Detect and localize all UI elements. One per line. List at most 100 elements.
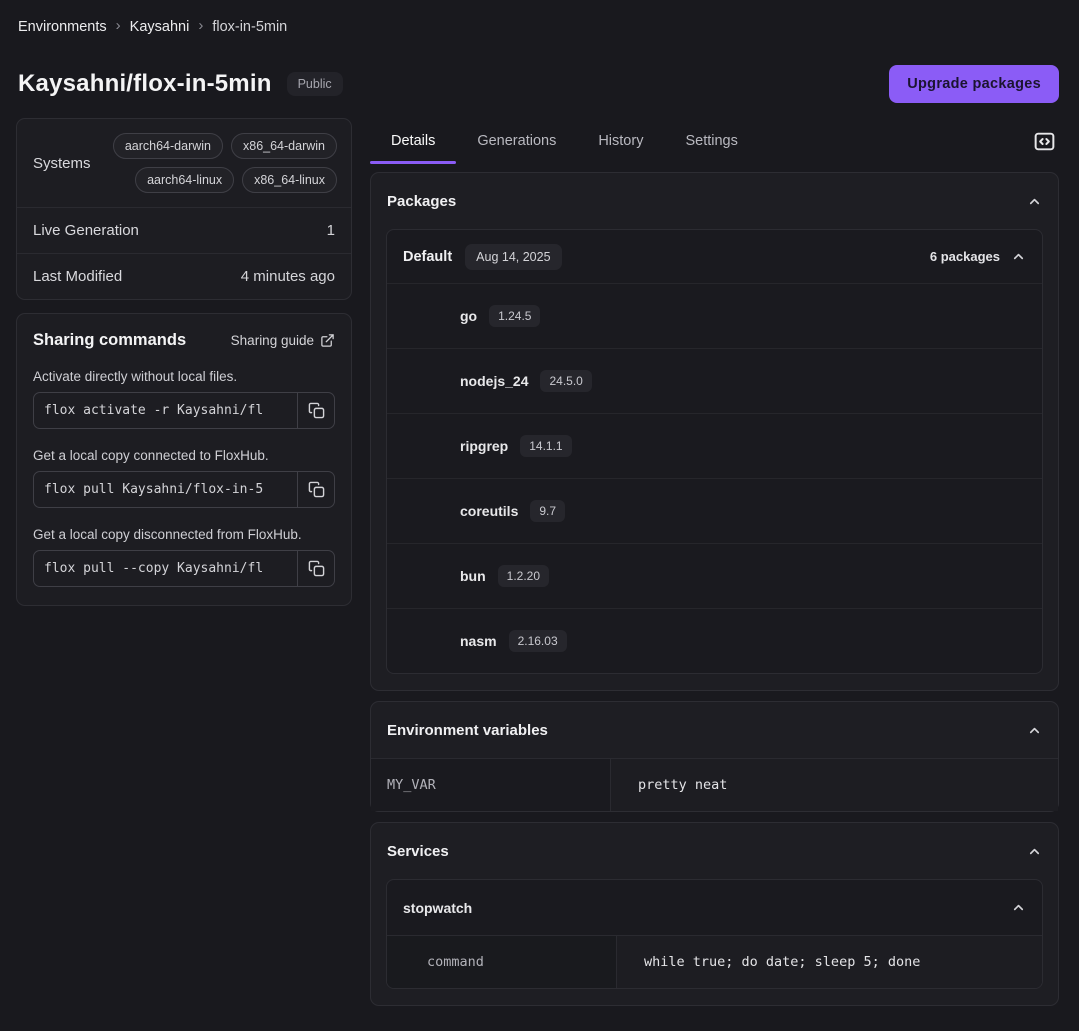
- services-section-title: Services: [387, 843, 449, 860]
- package-version-badge: 9.7: [530, 500, 565, 522]
- service-field-key: command: [387, 936, 617, 988]
- live-generation-value: 1: [327, 222, 335, 239]
- breadcrumb-current: flox-in-5min: [212, 19, 287, 35]
- activate-command-label: Activate directly without local files.: [33, 369, 335, 384]
- activate-command-input[interactable]: flox activate -r Kaysahni/fl: [34, 393, 297, 428]
- copy-icon: [308, 560, 325, 577]
- pull-command-box: flox pull Kaysahni/flox-in-5: [33, 471, 335, 508]
- copy-icon: [308, 402, 325, 419]
- sharing-guide-label: Sharing guide: [231, 333, 314, 348]
- chevron-up-icon[interactable]: [1027, 723, 1042, 738]
- env-var-key: MY_VAR: [371, 759, 611, 811]
- package-row: go 1.24.5: [387, 283, 1042, 348]
- sharing-commands-title: Sharing commands: [33, 331, 186, 350]
- external-link-icon: [320, 333, 335, 348]
- service-card: stopwatch command while true; do date; s…: [386, 879, 1043, 989]
- copy-icon: [308, 481, 325, 498]
- page: Environments › Kaysahni › flox-in-5min K…: [0, 0, 1079, 1006]
- packages-section-title: Packages: [387, 193, 456, 210]
- env-vars-section-header[interactable]: Environment variables: [371, 702, 1058, 758]
- pull-copy-command-label: Get a local copy disconnected from FloxH…: [33, 527, 335, 542]
- service-field-row: command while true; do date; sleep 5; do…: [387, 935, 1042, 988]
- upgrade-packages-button[interactable]: Upgrade packages: [889, 65, 1059, 103]
- package-group-header[interactable]: Default Aug 14, 2025 6 packages: [387, 230, 1042, 283]
- package-version-badge: 14.1.1: [520, 435, 571, 457]
- chevron-up-icon[interactable]: [1011, 900, 1026, 915]
- services-section: Services stopwatch command while true; d…: [370, 822, 1059, 1006]
- last-modified-row: Last Modified 4 minutes ago: [17, 253, 351, 299]
- tab-generations[interactable]: Generations: [456, 118, 577, 164]
- last-modified-value: 4 minutes ago: [241, 268, 335, 285]
- services-section-header[interactable]: Services: [371, 823, 1058, 879]
- package-version-badge: 24.5.0: [540, 370, 591, 392]
- package-group-card: Default Aug 14, 2025 6 packages go 1.24.…: [386, 229, 1043, 674]
- copy-button[interactable]: [297, 393, 334, 428]
- tab-details[interactable]: Details: [370, 118, 456, 164]
- package-name: nasm: [460, 633, 497, 649]
- package-group-name: Default: [403, 249, 452, 265]
- main-content: Details Generations History Settings Pac…: [370, 118, 1059, 1006]
- pull-command-label: Get a local copy connected to FloxHub.: [33, 448, 335, 463]
- sharing-commands-card: Sharing commands Sharing guide Activate …: [16, 313, 352, 606]
- tab-history[interactable]: History: [577, 118, 664, 164]
- copy-button[interactable]: [297, 551, 334, 586]
- sharing-commands-header: Sharing commands Sharing guide: [33, 331, 335, 350]
- package-name: coreutils: [460, 503, 518, 519]
- content-columns: Systems aarch64-darwin x86_64-darwin aar…: [16, 118, 1059, 1006]
- package-group-date-badge: Aug 14, 2025: [465, 244, 561, 270]
- page-header: Kaysahni/flox-in-5min Public Upgrade pac…: [16, 65, 1059, 103]
- activate-command-box: flox activate -r Kaysahni/fl: [33, 392, 335, 429]
- env-vars-section: Environment variables MY_VAR pretty neat: [370, 701, 1059, 812]
- chevron-right-icon: ›: [116, 18, 121, 35]
- env-var-value: pretty neat: [611, 759, 1058, 811]
- package-version-badge: 1.2.20: [498, 565, 549, 587]
- service-header[interactable]: stopwatch: [387, 880, 1042, 935]
- service-field-value: while true; do date; sleep 5; done: [617, 936, 1042, 988]
- systems-label: Systems: [33, 155, 91, 172]
- package-name: nodejs_24: [460, 373, 528, 389]
- tab-label: Settings: [685, 133, 737, 149]
- chevron-up-icon[interactable]: [1027, 844, 1042, 859]
- breadcrumb-environments[interactable]: Environments: [18, 19, 107, 35]
- pull-copy-command-box: flox pull --copy Kaysahni/fl: [33, 550, 335, 587]
- package-count-label: 6 packages: [930, 249, 1000, 264]
- packages-section-header[interactable]: Packages: [371, 173, 1058, 229]
- tab-label: Details: [391, 133, 435, 149]
- package-name: bun: [460, 568, 486, 584]
- breadcrumb: Environments › Kaysahni › flox-in-5min: [16, 16, 1059, 35]
- pull-copy-command-input[interactable]: flox pull --copy Kaysahni/fl: [34, 551, 297, 586]
- chevron-right-icon: ›: [198, 18, 203, 35]
- service-name: stopwatch: [403, 900, 472, 916]
- package-name: go: [460, 308, 477, 324]
- env-var-row: MY_VAR pretty neat: [371, 758, 1058, 811]
- package-row: coreutils 9.7: [387, 478, 1042, 543]
- copy-button[interactable]: [297, 472, 334, 507]
- package-row: ripgrep 14.1.1: [387, 413, 1042, 478]
- chevron-up-icon[interactable]: [1011, 249, 1026, 264]
- tab-label: Generations: [477, 133, 556, 149]
- chevron-up-icon[interactable]: [1027, 194, 1042, 209]
- tab-bar: Details Generations History Settings: [370, 118, 1059, 164]
- tab-settings[interactable]: Settings: [664, 118, 758, 164]
- systems-chips: aarch64-darwin x86_64-darwin aarch64-lin…: [95, 133, 337, 193]
- page-title: Kaysahni/flox-in-5min: [18, 70, 272, 98]
- system-chip: x86_64-linux: [242, 167, 337, 193]
- breadcrumb-owner[interactable]: Kaysahni: [130, 19, 190, 35]
- packages-section: Packages Default Aug 14, 2025 6 packages…: [370, 172, 1059, 691]
- pull-command-input[interactable]: flox pull Kaysahni/flox-in-5: [34, 472, 297, 507]
- last-modified-label: Last Modified: [33, 268, 122, 285]
- visibility-badge: Public: [287, 72, 343, 96]
- tab-label: History: [598, 133, 643, 149]
- live-generation-row: Live Generation 1: [17, 207, 351, 253]
- package-version-badge: 2.16.03: [509, 630, 567, 652]
- package-row: nodejs_24 24.5.0: [387, 348, 1042, 413]
- live-generation-label: Live Generation: [33, 222, 139, 239]
- view-code-button[interactable]: [1030, 127, 1059, 156]
- code-icon: [1032, 129, 1057, 154]
- system-chip: aarch64-darwin: [113, 133, 223, 159]
- package-row: nasm 2.16.03: [387, 608, 1042, 673]
- environment-info-card: Systems aarch64-darwin x86_64-darwin aar…: [16, 118, 352, 300]
- system-chip: x86_64-darwin: [231, 133, 337, 159]
- system-chip: aarch64-linux: [135, 167, 234, 193]
- sharing-guide-link[interactable]: Sharing guide: [231, 333, 335, 348]
